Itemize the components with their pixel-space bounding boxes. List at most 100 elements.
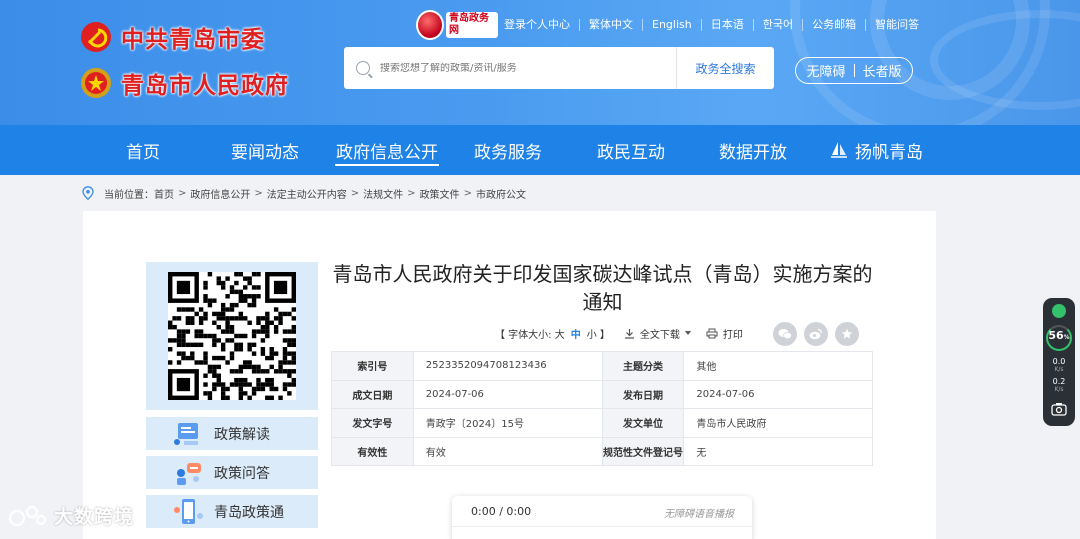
print-button[interactable]: 打印	[706, 326, 743, 341]
caret-down-icon	[684, 331, 691, 335]
audio-player[interactable]: 0:00 / 0:00 无障碍语音播报	[452, 496, 752, 539]
globe-icon	[416, 10, 444, 40]
table-row: 索引号 2523352094708123436 主题分类 其他	[331, 351, 873, 381]
watermark-text: 大数跨境	[54, 506, 135, 528]
qr-code-panel	[146, 262, 318, 410]
breadcrumb-item[interactable]: 法规文件	[363, 186, 403, 201]
table-row: 成文日期 2024-07-06 发布日期 2024-07-06	[331, 379, 873, 409]
download-label: 全文下载	[639, 329, 680, 341]
location-pin-icon	[82, 186, 94, 200]
top-link-mail[interactable]: 公务邮箱	[802, 19, 865, 31]
top-link-login[interactable]: 登录个人中心	[498, 19, 579, 31]
nav-item-label: 扬帆青岛	[855, 142, 923, 163]
weibo-share-button[interactable]	[804, 322, 828, 346]
search-icon	[356, 61, 370, 75]
watermark: 大数跨境	[8, 502, 134, 529]
wechat-icon	[778, 329, 792, 340]
print-label: 打印	[722, 329, 743, 341]
top-link-qa[interactable]: 智能问答	[865, 19, 928, 31]
nav-item-interaction[interactable]: 政民互动	[588, 125, 674, 175]
policy-qa-icon	[177, 462, 201, 485]
star-icon	[841, 328, 853, 339]
top-link-english[interactable]: English	[642, 19, 701, 31]
download-speed: 0.2 K/s	[1052, 377, 1066, 394]
top-link-traditional[interactable]: 繁体中文	[579, 19, 642, 31]
government-brand[interactable]: 青岛市人民政府	[80, 66, 289, 100]
side-button-label: 政策问答	[214, 465, 270, 482]
meta-key: 发文字号	[331, 408, 414, 438]
nav-item-sail-qingdao[interactable]: 扬帆青岛	[826, 125, 926, 175]
nav-item-home[interactable]: 首页	[100, 125, 186, 175]
top-link-japanese[interactable]: 日本语	[700, 19, 753, 31]
meta-value: 2024-07-06	[683, 379, 873, 409]
system-monitor-widget[interactable]: 56% 0.0 K/s 0.2 K/s	[1043, 298, 1075, 426]
breadcrumb-item[interactable]: 法定主动公开内容	[267, 186, 347, 201]
party-brand[interactable]: 中共青岛市委	[80, 20, 265, 54]
policy-qa-button[interactable]: 政策问答	[146, 456, 318, 489]
table-row: 发文字号 青政字〔2024〕15号 发文单位 青岛市人民政府	[331, 408, 873, 438]
meta-value: 青政字〔2024〕15号	[412, 408, 603, 438]
meta-value: 2024-07-06	[412, 379, 603, 409]
logo-text: 青岛政务网	[445, 12, 498, 38]
watermark-logo-icon	[8, 505, 47, 526]
nav-item-open-data[interactable]: 数据开放	[710, 125, 796, 175]
font-size-medium[interactable]: 中	[571, 326, 581, 341]
breadcrumb-item[interactable]: 政策文件	[420, 186, 460, 201]
breadcrumb-separator: >	[463, 187, 472, 199]
favorite-share-button[interactable]	[835, 322, 859, 346]
shield-icon	[1052, 304, 1066, 318]
policy-interpretation-button[interactable]: 政策解读	[146, 417, 318, 450]
audio-label: 无障碍语音播报	[664, 509, 734, 520]
divider	[853, 64, 855, 77]
nav-item-services[interactable]: 政务服务	[465, 125, 551, 175]
meta-value: 有效	[412, 436, 603, 466]
national-emblem-icon	[80, 67, 112, 99]
audio-time: 0:00 / 0:00	[471, 505, 532, 518]
meta-key: 成文日期	[331, 379, 414, 409]
article-toolbar: 【 字体大小: 大 中 小 】 全文下载 打印	[495, 323, 743, 343]
breadcrumb: 当前位置： 首页 > 政府信息公开 > 法定主动公开内容 > 法规文件 > 政策…	[82, 183, 526, 203]
nav-item-gov-info[interactable]: 政府信息公开	[327, 125, 447, 175]
elder-mode-button[interactable]: 长者版	[863, 61, 902, 80]
meta-value: 青岛市人民政府	[683, 408, 873, 438]
weibo-icon	[809, 328, 823, 340]
top-link-korean[interactable]: 한국어	[752, 19, 802, 31]
policy-interpretation-icon	[174, 422, 198, 445]
sail-icon	[831, 142, 847, 158]
qingdao-gov-logo[interactable]: 青岛政务网	[416, 8, 498, 42]
font-size-small[interactable]: 小 】	[587, 326, 610, 341]
wechat-share-button[interactable]	[773, 322, 797, 346]
print-icon	[706, 328, 718, 338]
camera-icon[interactable]	[1051, 402, 1067, 416]
meta-key: 发文单位	[601, 408, 685, 438]
phone-policy-icon	[174, 498, 203, 524]
search-input[interactable]	[380, 62, 660, 74]
qingdao-policy-button[interactable]: 青岛政策通	[146, 495, 318, 528]
barrier-free-button[interactable]: 无障碍	[806, 61, 845, 80]
breadcrumb-item[interactable]: 首页	[154, 186, 174, 201]
font-size-label[interactable]: 【 字体大小: 大	[495, 326, 565, 341]
party-emblem-icon	[80, 21, 112, 53]
audio-divider	[452, 526, 752, 527]
site-header: 中共青岛市委 青岛市人民政府 青岛政务网 登录个人中心 繁体中文 English…	[0, 0, 1080, 125]
government-name: 青岛市人民政府	[121, 73, 289, 99]
breadcrumb-separator: >	[407, 187, 416, 199]
upload-speed: 0.0 K/s	[1052, 357, 1066, 374]
breadcrumb-item[interactable]: 市政府公文	[476, 186, 526, 201]
meta-key: 规范性文件登记号	[601, 436, 685, 466]
usage-percent: 56%	[1048, 329, 1070, 342]
breadcrumb-separator: >	[350, 187, 360, 199]
nav-item-news[interactable]: 要闻动态	[222, 125, 308, 175]
search-bar: 政务全搜索	[344, 47, 774, 89]
breadcrumb-prefix: 当前位置：	[104, 189, 154, 201]
meta-key: 索引号	[331, 351, 414, 381]
meta-value: 其他	[683, 351, 873, 381]
download-button[interactable]: 全文下载	[624, 326, 692, 341]
meta-key: 主题分类	[601, 351, 685, 381]
breadcrumb-separator: >	[254, 187, 263, 199]
qr-code-icon	[168, 272, 296, 400]
search-button[interactable]: 政务全搜索	[676, 47, 774, 89]
meta-key: 发布日期	[601, 379, 685, 409]
meta-value: 无	[683, 436, 873, 466]
breadcrumb-item[interactable]: 政府信息公开	[190, 186, 250, 201]
